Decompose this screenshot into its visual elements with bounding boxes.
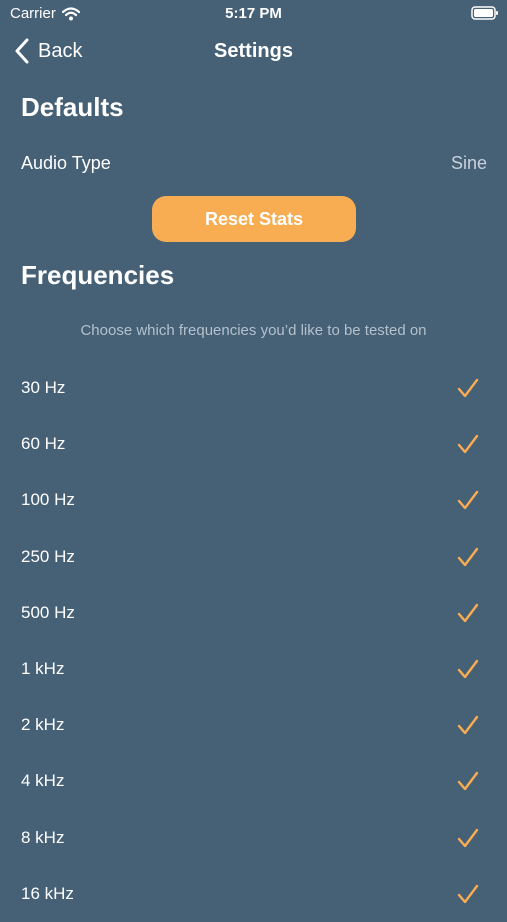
- checkmark-icon: [457, 489, 479, 511]
- frequency-label: 30 Hz: [21, 378, 66, 398]
- frequency-row[interactable]: 500 Hz: [0, 585, 507, 641]
- checkmark-icon: [457, 546, 479, 568]
- frequency-row[interactable]: 250 Hz: [0, 529, 507, 585]
- frequency-row[interactable]: 1 kHz: [0, 641, 507, 697]
- frequency-label: 8 kHz: [21, 827, 65, 847]
- frequency-label: 100 Hz: [21, 490, 75, 510]
- frequencies-hint: Choose which frequencies you’d like to b…: [80, 322, 427, 339]
- frequency-row[interactable]: 100 Hz: [0, 472, 507, 528]
- frequency-label: 16 kHz: [21, 883, 74, 903]
- frequency-label: 60 Hz: [21, 434, 66, 454]
- frequency-row[interactable]: 2 kHz: [0, 697, 507, 753]
- status-time: 5:17 PM: [225, 5, 282, 22]
- checkmark-icon: [457, 827, 479, 849]
- frequencies-section-title: Frequencies: [21, 260, 175, 290]
- audio-type-value: Sine: [450, 152, 487, 173]
- page-title: Settings: [214, 40, 293, 62]
- frequency-row[interactable]: 16 kHz: [0, 866, 507, 922]
- frequency-list: 30 Hz 60 Hz 100 Hz 250 Hz 500 Hz 1 kHz 2 kHz 4 …: [0, 360, 507, 922]
- navigation-bar: Back Settings: [0, 30, 507, 75]
- frequency-label: 1 kHz: [21, 659, 65, 679]
- status-bar: Carrier 5:17 PM: [0, 0, 507, 30]
- frequency-row[interactable]: 4 kHz: [0, 753, 507, 809]
- checkmark-icon: [457, 433, 479, 455]
- frequency-label: 500 Hz: [21, 602, 75, 622]
- frequency-label: 2 kHz: [21, 715, 65, 735]
- frequency-row[interactable]: 8 kHz: [0, 810, 507, 866]
- checkmark-icon: [457, 883, 479, 905]
- reset-stats-button[interactable]: Reset Stats: [152, 196, 356, 242]
- frequency-row[interactable]: 30 Hz: [0, 360, 507, 416]
- checkmark-icon: [457, 602, 479, 624]
- frequency-row[interactable]: 60 Hz: [0, 416, 507, 472]
- frequency-label: 250 Hz: [21, 546, 75, 566]
- battery-icon: [471, 6, 499, 20]
- defaults-section-title: Defaults: [21, 92, 124, 122]
- audio-type-row[interactable]: Audio Type Sine: [21, 143, 487, 183]
- audio-type-label: Audio Type: [21, 152, 111, 173]
- checkmark-icon: [457, 770, 479, 792]
- checkmark-icon: [457, 714, 479, 736]
- checkmark-icon: [457, 377, 479, 399]
- checkmark-icon: [457, 658, 479, 680]
- frequency-label: 4 kHz: [21, 771, 65, 791]
